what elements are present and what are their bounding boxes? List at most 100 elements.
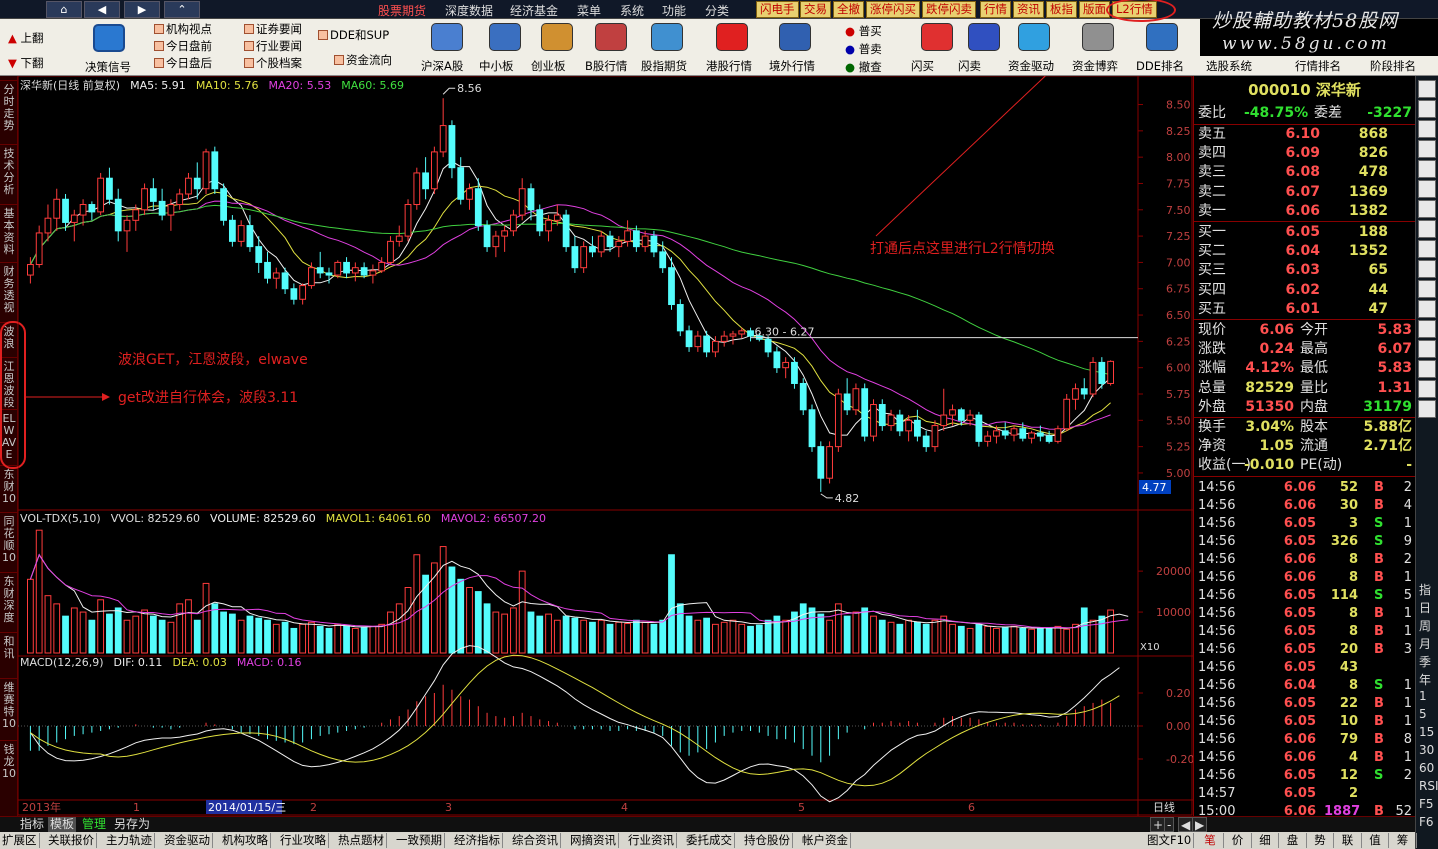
period-button-6[interactable]: 1 [1419, 689, 1427, 703]
bid-row-2[interactable]: 买三 6.03 65 [1196, 261, 1414, 280]
toolbar-big-button-2[interactable]: 创业板 [531, 58, 566, 74]
ext-tab-8[interactable]: 经济指标 [452, 833, 503, 848]
indicator-tab-1[interactable]: 模板 [48, 817, 77, 832]
scroll-control-1[interactable]: - [1164, 817, 1175, 832]
toolbar-icon-6[interactable] [779, 23, 811, 51]
toolbar-side-icon[interactable] [1418, 300, 1436, 318]
menu-tag-1[interactable]: 交易 [800, 1, 831, 18]
toolbar-big-button-10[interactable]: 资金博弈 [1072, 58, 1118, 74]
ext-tab-13[interactable]: 持仓股份 [742, 833, 793, 848]
menu-tag-5[interactable]: 行情 [980, 1, 1011, 18]
ask-row-3[interactable]: 卖二 6.07 1369 [1196, 183, 1414, 202]
back-button[interactable]: ◀ [84, 1, 120, 18]
menu-item-3[interactable]: 菜单 [577, 2, 601, 19]
toolbar-side-icon[interactable] [1418, 200, 1436, 218]
page-down-button[interactable]: ▼ 下翻 [8, 55, 44, 71]
menu-tag-4[interactable]: 跌停闪卖 [922, 1, 976, 18]
toolbar-side-icon[interactable] [1418, 120, 1436, 138]
toolbar-icon-11[interactable] [1146, 23, 1178, 51]
period-button-4[interactable]: 季 [1419, 653, 1431, 670]
toolbar-big-button-6[interactable]: 境外行情 [769, 58, 815, 74]
page-up-button[interactable]: ▲ 上翻 [8, 30, 44, 46]
toolbar-big-button-1[interactable]: 中小板 [479, 58, 514, 74]
left-strip-item-7[interactable]: 东财10 [1, 469, 17, 505]
left-strip-item-12[interactable]: 钱龙10 [1, 744, 17, 780]
indicator-tab-0[interactable]: 指标 [18, 817, 46, 832]
ext-tab-6[interactable]: 热点题材 [336, 833, 387, 848]
toolbar-big-button-0[interactable]: 沪深A股 [421, 58, 463, 74]
toolbar-side-icon[interactable] [1418, 100, 1436, 118]
toolbar-side-icon[interactable] [1418, 320, 1436, 338]
period-button-12[interactable]: F5 [1419, 797, 1434, 811]
toolbar-small-button-4[interactable]: 行业要闻 [244, 38, 302, 54]
toolbar-side-icon[interactable] [1418, 80, 1436, 98]
left-strip-item-8[interactable]: 同花顺10 [1, 516, 17, 564]
ext-tab-0[interactable]: 扩展区 [0, 833, 40, 848]
detail-tab-1[interactable]: 价 [1225, 833, 1252, 848]
toolbar-icon-5[interactable] [716, 23, 748, 51]
ext-tab-7[interactable]: 一致预期 [394, 833, 445, 848]
menu-item-4[interactable]: 系统 [620, 2, 644, 19]
stock-selection-button[interactable]: 选股系统 [1206, 58, 1252, 74]
toolbar-side-icon[interactable] [1418, 340, 1436, 358]
detail-tab-2[interactable]: 细 [1252, 833, 1279, 848]
toolbar-big-button-8[interactable]: 闪卖 [958, 58, 981, 74]
normal-sell-button[interactable]: ● 普卖 [845, 41, 882, 57]
toolbar-small-button-3[interactable]: 证券要闻 [244, 21, 302, 37]
menu-tag-2[interactable]: 全撤 [833, 1, 864, 18]
menu-item-1[interactable]: 深度数据 [445, 2, 493, 19]
up-button[interactable]: ⌃ [164, 1, 200, 18]
period-button-8[interactable]: 15 [1419, 725, 1434, 739]
menu-tag-6[interactable]: 资讯 [1013, 1, 1044, 18]
menu-tag-0[interactable]: 闪电手 [756, 1, 799, 18]
period-button-0[interactable]: 指 [1419, 581, 1431, 598]
toolbar-small-button-2[interactable]: 今日盘后 [154, 55, 212, 71]
scroll-control-3[interactable]: ▶ [1192, 817, 1208, 832]
toolbar-icon-7[interactable] [921, 23, 953, 51]
toolbar-small-button-5[interactable]: 个股档案 [244, 55, 302, 71]
scroll-control-2[interactable]: ◀ [1178, 817, 1194, 832]
ext-tab-1[interactable]: 关联报价 [46, 833, 97, 848]
detail-tab-5[interactable]: 联 [1335, 833, 1362, 848]
left-strip-item-1[interactable]: 技术分析 [1, 148, 17, 196]
indicator-tab-3[interactable]: 另存为 [112, 817, 152, 832]
toolbar-big-button-5[interactable]: 港股行情 [706, 58, 752, 74]
period-button-11[interactable]: RSI [1419, 779, 1438, 793]
period-button-5[interactable]: 年 [1419, 671, 1431, 688]
toolbar-small-button-1[interactable]: 今日盘前 [154, 38, 212, 54]
left-strip-item-9[interactable]: 东财深度 [1, 576, 17, 624]
period-button-7[interactable]: 5 [1419, 707, 1427, 721]
bid-row-3[interactable]: 买四 6.02 44 [1196, 281, 1414, 300]
toolbar-side-icon[interactable] [1418, 160, 1436, 178]
f10-button[interactable]: 图文F10 [1145, 833, 1195, 848]
toolbar-icon-2[interactable] [541, 23, 573, 51]
left-strip-item-3[interactable]: 财务透视 [1, 266, 17, 314]
toolbar-side-icon[interactable] [1418, 220, 1436, 238]
toolbar-side-icon[interactable] [1418, 260, 1436, 278]
ask-row-0[interactable]: 卖五 6.10 868 [1196, 125, 1414, 144]
ext-tab-3[interactable]: 资金驱动 [162, 833, 213, 848]
toolbar-side-icon[interactable] [1418, 240, 1436, 258]
kline-chart[interactable]: 深华新(日线 前复权) MA5: 5.91 MA10: 5.76 MA20: 5.53… [18, 76, 1193, 816]
ext-tab-11[interactable]: 行业资讯 [626, 833, 677, 848]
bid-row-4[interactable]: 买五 6.01 47 [1196, 300, 1414, 319]
ext-tab-14[interactable]: 帐户资金 [800, 833, 851, 848]
detail-tab-6[interactable]: 值 [1362, 833, 1389, 848]
toolbar-icon-1[interactable] [489, 23, 521, 51]
toolbar-icon-9[interactable] [1018, 23, 1050, 51]
toolbar-small-button-7[interactable]: 资金流向 [334, 52, 392, 68]
ask-row-4[interactable]: 卖一 6.06 1382 [1196, 202, 1414, 221]
left-strip-item-10[interactable]: 和讯 [1, 636, 17, 660]
menu-item-2[interactable]: 经济基金 [510, 2, 558, 19]
stage-ranking-button[interactable]: 阶段排名 [1370, 58, 1416, 74]
toolbar-big-button-3[interactable]: B股行情 [585, 58, 627, 74]
detail-tab-4[interactable]: 势 [1307, 833, 1334, 848]
ext-tab-4[interactable]: 机构攻略 [220, 833, 271, 848]
ext-tab-10[interactable]: 网摘资讯 [568, 833, 619, 848]
quote-ranking-button[interactable]: 行情排名 [1295, 58, 1341, 74]
cancel-query-button[interactable]: ● 撤查 [845, 59, 882, 75]
period-button-1[interactable]: 日 [1419, 599, 1431, 616]
decision-signal-label[interactable]: 决策信号 [85, 59, 131, 75]
toolbar-icon-0[interactable] [431, 23, 463, 51]
toolbar-big-button-7[interactable]: 闪买 [911, 58, 934, 74]
